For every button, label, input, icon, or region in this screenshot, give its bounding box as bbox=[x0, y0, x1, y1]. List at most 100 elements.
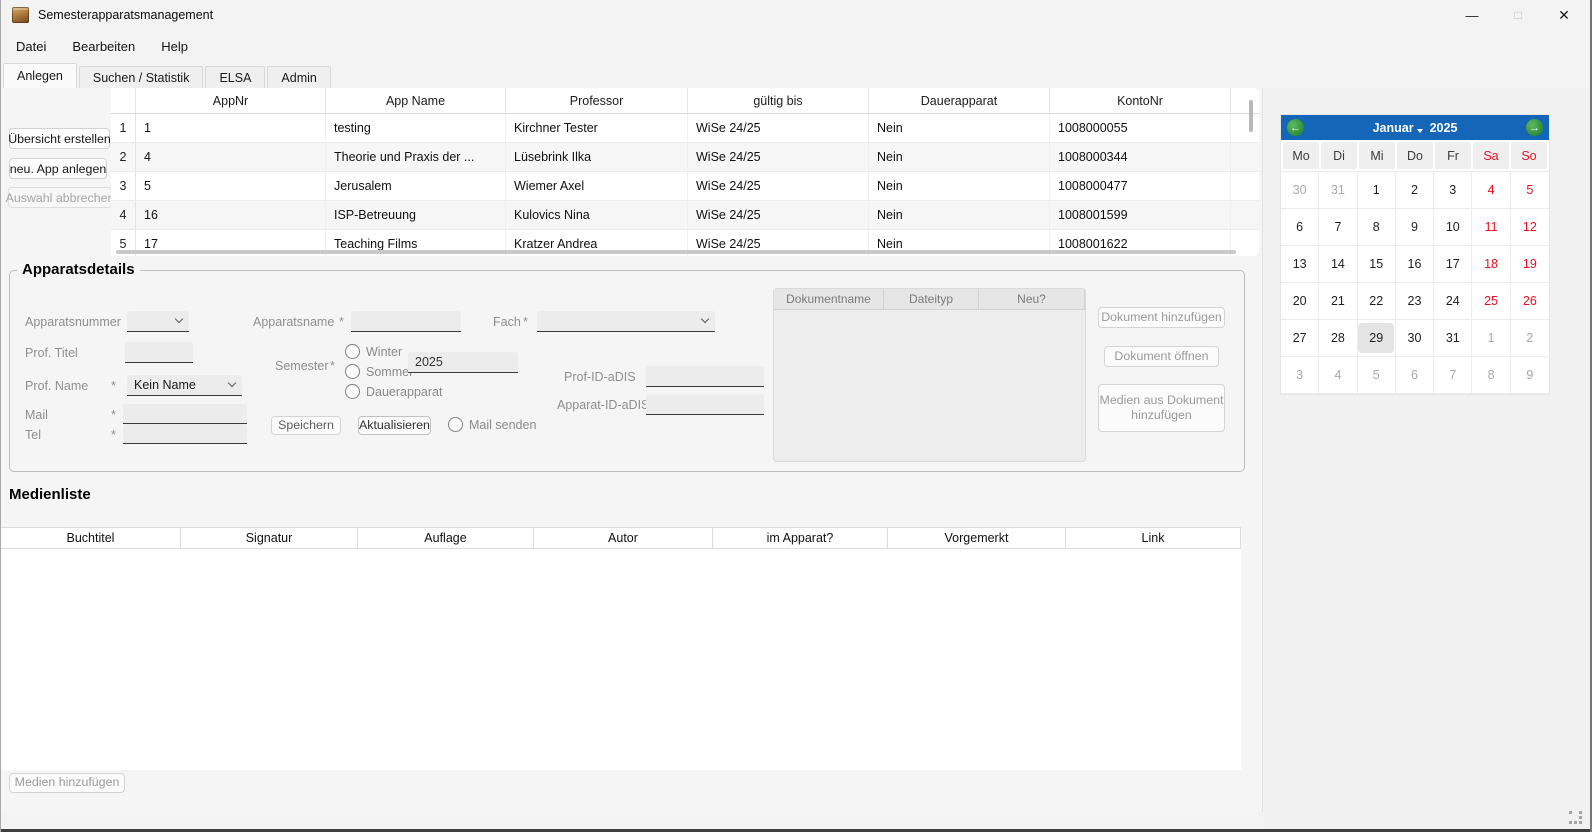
prof-id-adis-input[interactable] bbox=[646, 366, 764, 387]
neu-app-anlegen-button[interactable]: neu. App anlegen bbox=[9, 158, 107, 179]
column-header-buchtitel[interactable]: Buchtitel bbox=[1, 528, 181, 548]
resize-grip-icon[interactable] bbox=[1569, 811, 1583, 825]
calendar-day[interactable]: 2 bbox=[1511, 320, 1549, 357]
calendar-day[interactable]: 21 bbox=[1319, 283, 1357, 320]
column-header-im-apparat[interactable]: im Apparat? bbox=[713, 528, 888, 548]
prof-name-dropdown[interactable]: Kein Name bbox=[127, 375, 242, 396]
calendar-day[interactable]: 31 bbox=[1319, 172, 1357, 209]
minimize-icon[interactable]: — bbox=[1449, 0, 1495, 30]
calendar-title[interactable]: Januar 2025 bbox=[1373, 121, 1458, 135]
column-header-appnr[interactable]: AppNr bbox=[136, 88, 326, 113]
calendar-year[interactable]: 2025 bbox=[1430, 121, 1458, 135]
winter-radio[interactable] bbox=[345, 344, 360, 359]
calendar-day[interactable]: 4 bbox=[1319, 357, 1357, 394]
calendar-day[interactable]: 30 bbox=[1281, 172, 1319, 209]
calendar-day[interactable]: 13 bbox=[1281, 246, 1319, 283]
calendar-month[interactable]: Januar bbox=[1373, 121, 1414, 135]
table-row[interactable]: 24Theorie und Praxis der ...Lüsebrink Il… bbox=[111, 143, 1259, 172]
tab-anlegen[interactable]: Anlegen bbox=[3, 63, 77, 88]
semester-year-input[interactable]: 2025 bbox=[408, 352, 518, 373]
calendar-day[interactable]: 17 bbox=[1434, 246, 1472, 283]
maximize-icon[interactable]: □ bbox=[1495, 0, 1541, 30]
calendar-day[interactable]: 5 bbox=[1511, 172, 1549, 209]
calendar-day[interactable]: 11 bbox=[1472, 209, 1510, 246]
calendar-day[interactable]: 25 bbox=[1472, 283, 1510, 320]
column-header-kontonr[interactable]: KontoNr bbox=[1050, 88, 1231, 113]
apparat-id-adis-input[interactable] bbox=[646, 394, 764, 415]
dokument-hinzufuegen-button[interactable]: Dokument hinzufügen bbox=[1098, 307, 1225, 328]
calendar-day[interactable]: 22 bbox=[1358, 283, 1396, 320]
calendar-day[interactable]: 3 bbox=[1434, 172, 1472, 209]
calendar-day[interactable]: 2 bbox=[1396, 172, 1434, 209]
calendar-day[interactable]: 15 bbox=[1358, 246, 1396, 283]
table-row[interactable]: 35JerusalemWiemer AxelWiSe 24/25Nein1008… bbox=[111, 172, 1259, 201]
calendar-day[interactable]: 18 bbox=[1472, 246, 1510, 283]
menu-item-datei[interactable]: Datei bbox=[16, 36, 46, 57]
prof-titel-input[interactable] bbox=[125, 342, 193, 363]
calendar-day[interactable]: 9 bbox=[1396, 209, 1434, 246]
calendar-day[interactable]: 31 bbox=[1434, 320, 1472, 357]
calendar-day[interactable]: 23 bbox=[1396, 283, 1434, 320]
mail-senden-checkbox[interactable] bbox=[448, 417, 463, 432]
calendar-day[interactable]: 20 bbox=[1281, 283, 1319, 320]
calendar-day[interactable]: 5 bbox=[1358, 357, 1396, 394]
calendar-day[interactable]: 24 bbox=[1434, 283, 1472, 320]
medien-aus-dokument-hinzufuegen-button[interactable]: Medien aus Dokument hinzufügen bbox=[1098, 384, 1225, 432]
column-header-professor[interactable]: Professor bbox=[506, 88, 688, 113]
column-header-dokumentname[interactable]: Dokumentname bbox=[774, 289, 884, 309]
apparatsnummer-dropdown[interactable] bbox=[127, 311, 189, 332]
tel-input[interactable] bbox=[123, 424, 247, 444]
column-header-gueltig-bis[interactable]: gültig bis bbox=[688, 88, 869, 113]
dauerapparat-radio[interactable] bbox=[345, 384, 360, 399]
calendar-day[interactable]: 1 bbox=[1472, 320, 1510, 357]
calendar-day[interactable]: 1 bbox=[1358, 172, 1396, 209]
calendar-next-icon[interactable]: → bbox=[1526, 119, 1543, 136]
calendar-day[interactable]: 3 bbox=[1281, 357, 1319, 394]
column-header-neu[interactable]: Neu? bbox=[979, 289, 1085, 309]
column-header-signatur[interactable]: Signatur bbox=[181, 528, 358, 548]
calendar-day[interactable]: 12 bbox=[1511, 209, 1549, 246]
calendar-day[interactable]: 8 bbox=[1358, 209, 1396, 246]
dokument-oeffnen-button[interactable]: Dokument öffnen bbox=[1104, 346, 1219, 367]
mail-input[interactable] bbox=[123, 404, 247, 424]
table-row[interactable]: 416ISP-BetreuungKulovics NinaWiSe 24/25N… bbox=[111, 201, 1259, 230]
apparatsname-input[interactable] bbox=[351, 311, 461, 332]
calendar-day[interactable]: 29 bbox=[1358, 320, 1396, 357]
fach-dropdown[interactable] bbox=[537, 311, 715, 332]
calendar-day[interactable]: 7 bbox=[1319, 209, 1357, 246]
calendar-day[interactable]: 27 bbox=[1281, 320, 1319, 357]
menu-item-help[interactable]: Help bbox=[161, 36, 188, 57]
calendar-day[interactable]: 14 bbox=[1319, 246, 1357, 283]
column-header-vorgemerkt[interactable]: Vorgemerkt bbox=[888, 528, 1066, 548]
calendar-day[interactable]: 8 bbox=[1472, 357, 1510, 394]
calendar-prev-icon[interactable]: ← bbox=[1287, 119, 1304, 136]
calendar-day[interactable]: 19 bbox=[1511, 246, 1549, 283]
tab-admin[interactable]: Admin bbox=[267, 66, 330, 88]
calendar-day[interactable]: 9 bbox=[1511, 357, 1549, 394]
sommer-radio[interactable] bbox=[345, 364, 360, 379]
column-header-autor[interactable]: Autor bbox=[534, 528, 713, 548]
uebersicht-erstellen-button[interactable]: Übersicht erstellen bbox=[9, 128, 110, 149]
tab-elsa[interactable]: ELSA bbox=[205, 66, 265, 88]
table-row[interactable]: 11testingKirchner TesterWiSe 24/25Nein10… bbox=[111, 114, 1259, 143]
column-header-auflage[interactable]: Auflage bbox=[358, 528, 534, 548]
vertical-scrollbar[interactable] bbox=[1249, 100, 1253, 132]
column-header-link[interactable]: Link bbox=[1066, 528, 1241, 548]
calendar-day[interactable]: 16 bbox=[1396, 246, 1434, 283]
calendar-day[interactable]: 28 bbox=[1319, 320, 1357, 357]
calendar-day[interactable]: 30 bbox=[1396, 320, 1434, 357]
calendar-day[interactable]: 6 bbox=[1396, 357, 1434, 394]
menu-item-bearbeiten[interactable]: Bearbeiten bbox=[72, 36, 135, 57]
column-header-appname[interactable]: App Name bbox=[326, 88, 506, 113]
calendar-day[interactable]: 7 bbox=[1434, 357, 1472, 394]
horizontal-scrollbar[interactable] bbox=[116, 250, 1236, 254]
aktualisieren-button[interactable]: Aktualisieren bbox=[358, 416, 431, 435]
column-header-dateityp[interactable]: Dateityp bbox=[884, 289, 979, 309]
tab-suchen-statistik[interactable]: Suchen / Statistik bbox=[79, 66, 204, 88]
calendar-day[interactable]: 4 bbox=[1472, 172, 1510, 209]
calendar-day[interactable]: 10 bbox=[1434, 209, 1472, 246]
column-header-dauerapparat[interactable]: Dauerapparat bbox=[869, 88, 1050, 113]
calendar-day[interactable]: 26 bbox=[1511, 283, 1549, 320]
speichern-button[interactable]: Speichern bbox=[271, 416, 341, 435]
close-icon[interactable]: ✕ bbox=[1541, 0, 1587, 30]
